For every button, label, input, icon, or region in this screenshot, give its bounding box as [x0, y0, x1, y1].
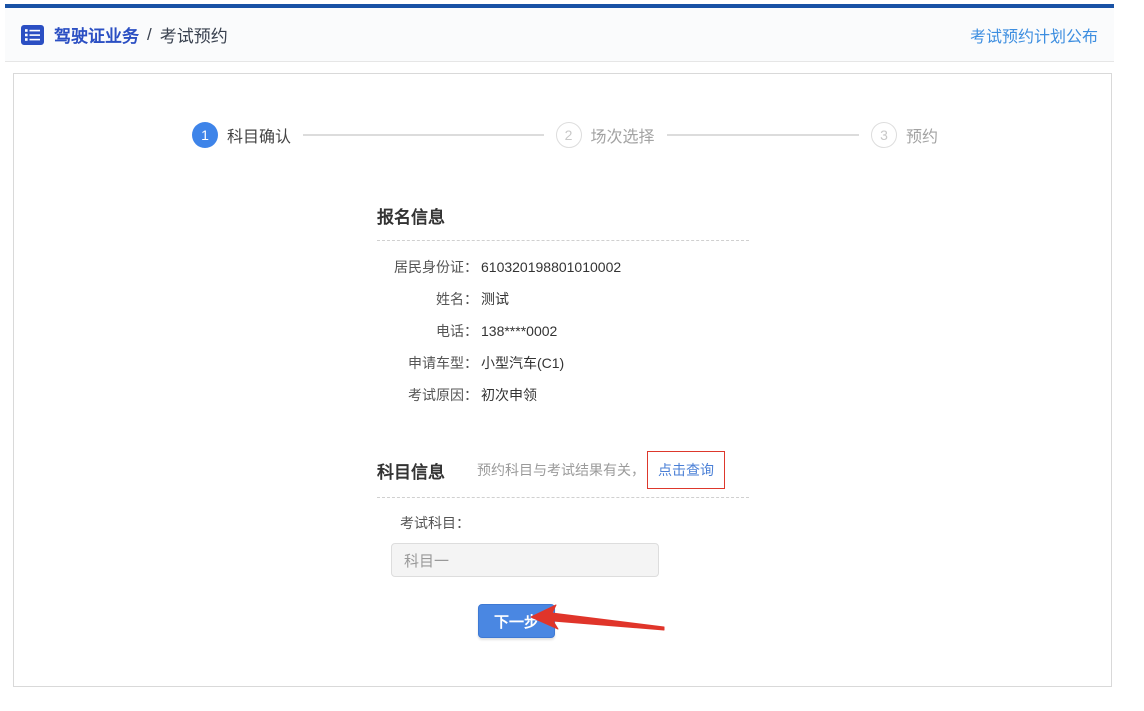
info-row-phone: 电话： 138****0002 [384, 315, 749, 347]
subject-note: 预约科目与考试结果有关， [477, 460, 645, 480]
info-label: 申请车型： [384, 353, 478, 373]
step-connector [303, 134, 544, 136]
wizard-stepper: 1 科目确认 2 场次选择 3 预约 [192, 122, 938, 148]
registration-section-header: 报名信息 [377, 203, 749, 241]
step-3-circle: 3 [871, 122, 897, 148]
info-value: 138****0002 [481, 323, 557, 339]
step-1-label: 科目确认 [227, 123, 291, 147]
content-column: 报名信息 居民身份证： 610320198801010002 姓名： 测试 电话… [377, 203, 749, 638]
info-row-exam-reason: 考试原因： 初次申领 [384, 379, 749, 411]
breadcrumb-separator: / [147, 25, 152, 45]
step-3-label: 预约 [906, 123, 938, 147]
registration-info-list: 居民身份证： 610320198801010002 姓名： 测试 电话： 138… [384, 251, 749, 411]
breadcrumb-section[interactable]: 驾驶证业务 [54, 22, 139, 47]
info-label: 电话： [384, 321, 478, 341]
next-step-button[interactable]: 下一步 [478, 604, 555, 638]
info-row-vehicle-type: 申请车型： 小型汽车(C1) [384, 347, 749, 379]
info-value: 小型汽车(C1) [481, 353, 564, 373]
info-row-name: 姓名： 测试 [384, 283, 749, 315]
breadcrumb-current: 考试预约 [160, 22, 228, 47]
breadcrumb: 驾驶证业务 / 考试预约 [21, 22, 228, 47]
subject-section-header: 科目信息 预约科目与考试结果有关， 点击查询 [377, 451, 749, 498]
info-value: 测试 [481, 289, 509, 309]
exam-subject-input[interactable] [391, 543, 659, 577]
exam-subject-label: 考试科目： [400, 513, 749, 533]
info-label: 姓名： [384, 289, 478, 309]
exam-plan-announcement-link[interactable]: 考试预约计划公布 [970, 23, 1098, 47]
list-icon [21, 25, 44, 45]
step-session-select: 2 场次选择 [556, 122, 655, 148]
query-results-link[interactable]: 点击查询 [647, 451, 725, 489]
info-row-id: 居民身份证： 610320198801010002 [384, 251, 749, 283]
info-value: 初次申领 [481, 385, 537, 405]
info-label: 考试原因： [384, 385, 478, 405]
step-subject-confirm: 1 科目确认 [192, 122, 291, 148]
info-value: 610320198801010002 [481, 259, 621, 275]
registration-title: 报名信息 [377, 208, 445, 227]
step-2-label: 场次选择 [591, 123, 655, 147]
info-label: 居民身份证： [384, 257, 478, 277]
page-header: 驾驶证业务 / 考试预约 考试预约计划公布 [5, 8, 1114, 62]
step-1-circle: 1 [192, 122, 218, 148]
step-reserve: 3 预约 [871, 122, 938, 148]
subject-title: 科目信息 [377, 458, 445, 483]
step-connector [667, 134, 859, 136]
main-panel: 1 科目确认 2 场次选择 3 预约 报名信息 居民身份证： 610320198… [13, 73, 1112, 687]
step-2-circle: 2 [556, 122, 582, 148]
